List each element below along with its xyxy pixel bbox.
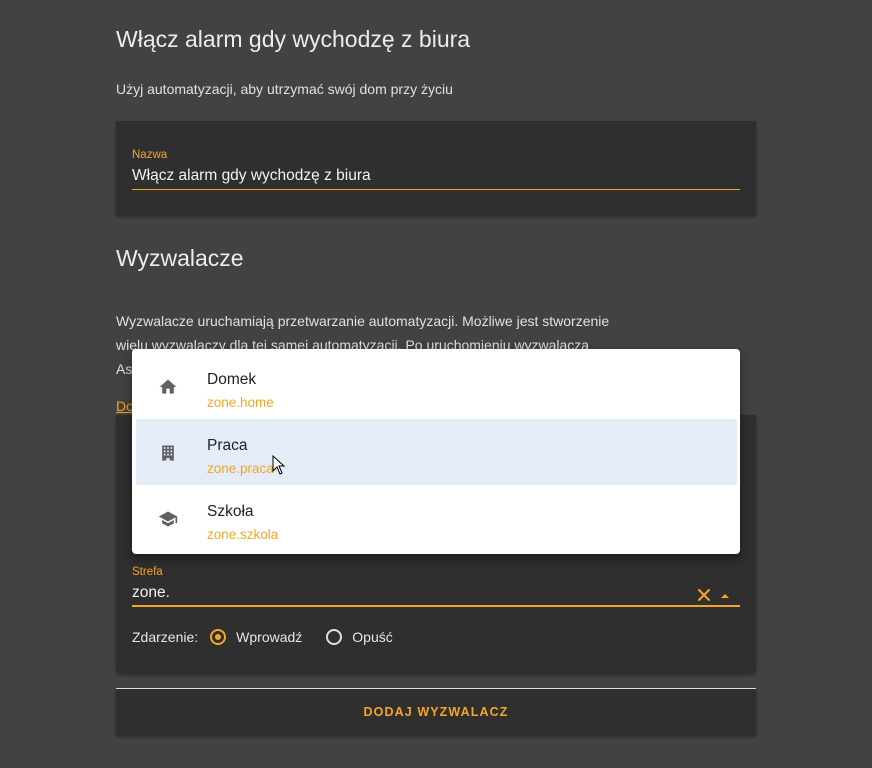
zone-field-label: Strefa [132,566,163,578]
zone-input-underline [132,605,740,607]
option-name: Szkoła [207,503,254,520]
clear-icon[interactable] [696,587,712,603]
radio-leave[interactable]: Opuść [326,629,393,645]
event-label: Zdarzenie: [132,629,199,645]
name-field-label: Nazwa [132,149,168,161]
option-entity: zone.szkola [207,527,279,542]
office-building-icon [162,445,174,461]
radio-leave-label: Opuść [352,629,393,645]
zone-input[interactable]: zone. [132,584,170,602]
school-icon [158,511,178,527]
triggers-heading: Wyzwalacze [116,245,244,271]
dropdown-option-praca[interactable]: Praca zone.praca [136,419,737,485]
home-icon [159,379,177,394]
event-row: Zdarzenie: Wprowadź Opuść [132,627,393,647]
dropdown-option-szkola[interactable]: Szkoła zone.szkola [136,485,737,551]
dropdown-option-domek[interactable]: Domek zone.home [136,353,737,419]
radio-enter-label: Wprowadź [236,629,303,645]
option-name: Domek [207,371,257,388]
option-entity: zone.praca [207,461,274,476]
option-name: Praca [207,437,248,454]
radio-enter-circle[interactable] [210,629,227,645]
zone-dropdown: Domek zone.home Praca zone.praca Szkoła … [132,349,740,554]
name-input-underline [132,189,740,190]
automation-editor: Włącz alarm gdy wychodzę z biura Użyj au… [0,0,872,768]
name-input[interactable]: Włącz alarm gdy wychodzę z biura [132,167,371,185]
chevron-up-icon[interactable] [718,591,732,601]
mouse-cursor-icon [272,455,286,475]
intro-text: Użyj automatyzacji, aby utrzymać swój do… [116,81,453,97]
add-trigger-card: DODAJ WYZWALACZ [116,689,756,735]
name-card: Nazwa Włącz alarm gdy wychodzę z biura [116,121,756,215]
radio-enter[interactable]: Wprowadź [210,629,302,645]
radio-leave-circle[interactable] [326,629,343,645]
page-title: Włącz alarm gdy wychodzę z biura [116,26,471,52]
add-trigger-button[interactable]: DODAJ WYZWALACZ [116,689,756,735]
option-entity: zone.home [207,395,274,410]
